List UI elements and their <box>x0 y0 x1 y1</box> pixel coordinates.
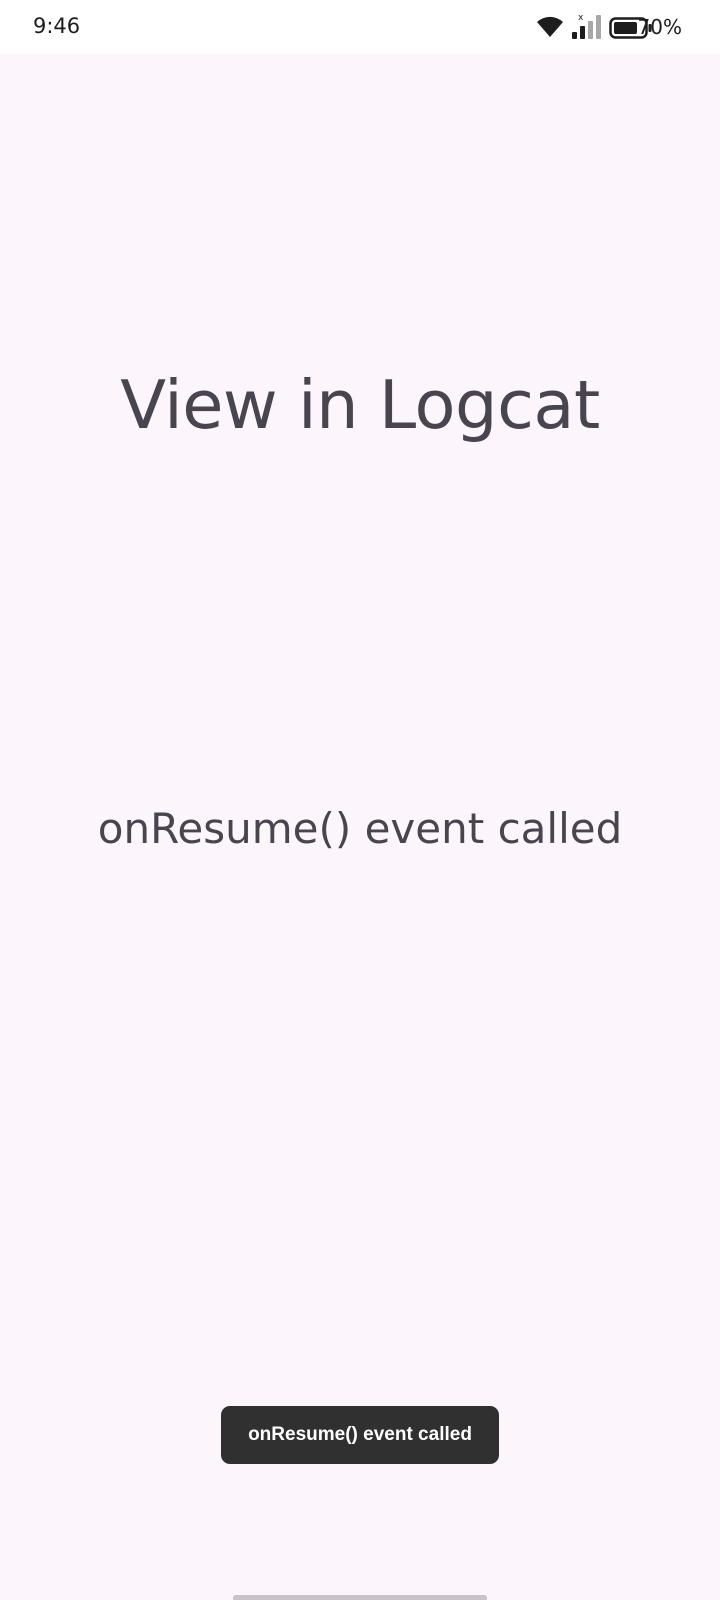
status-bar: 9:46 x 70% <box>0 0 720 54</box>
status-time: 9:46 <box>33 14 81 38</box>
gesture-navigation-bar[interactable] <box>233 1595 487 1600</box>
toast-message: onResume() event called <box>221 1406 499 1464</box>
svg-text:x: x <box>578 13 584 23</box>
status-icons: x 70% <box>500 12 720 42</box>
event-text: onResume() event called <box>97 804 623 853</box>
page-title: View in Logcat <box>120 366 600 444</box>
battery-percent: 70% <box>637 15 682 39</box>
signal-icon: x <box>570 12 604 45</box>
main-content: View in Logcat onResume() event called <box>0 54 720 1600</box>
wifi-icon <box>536 16 564 43</box>
